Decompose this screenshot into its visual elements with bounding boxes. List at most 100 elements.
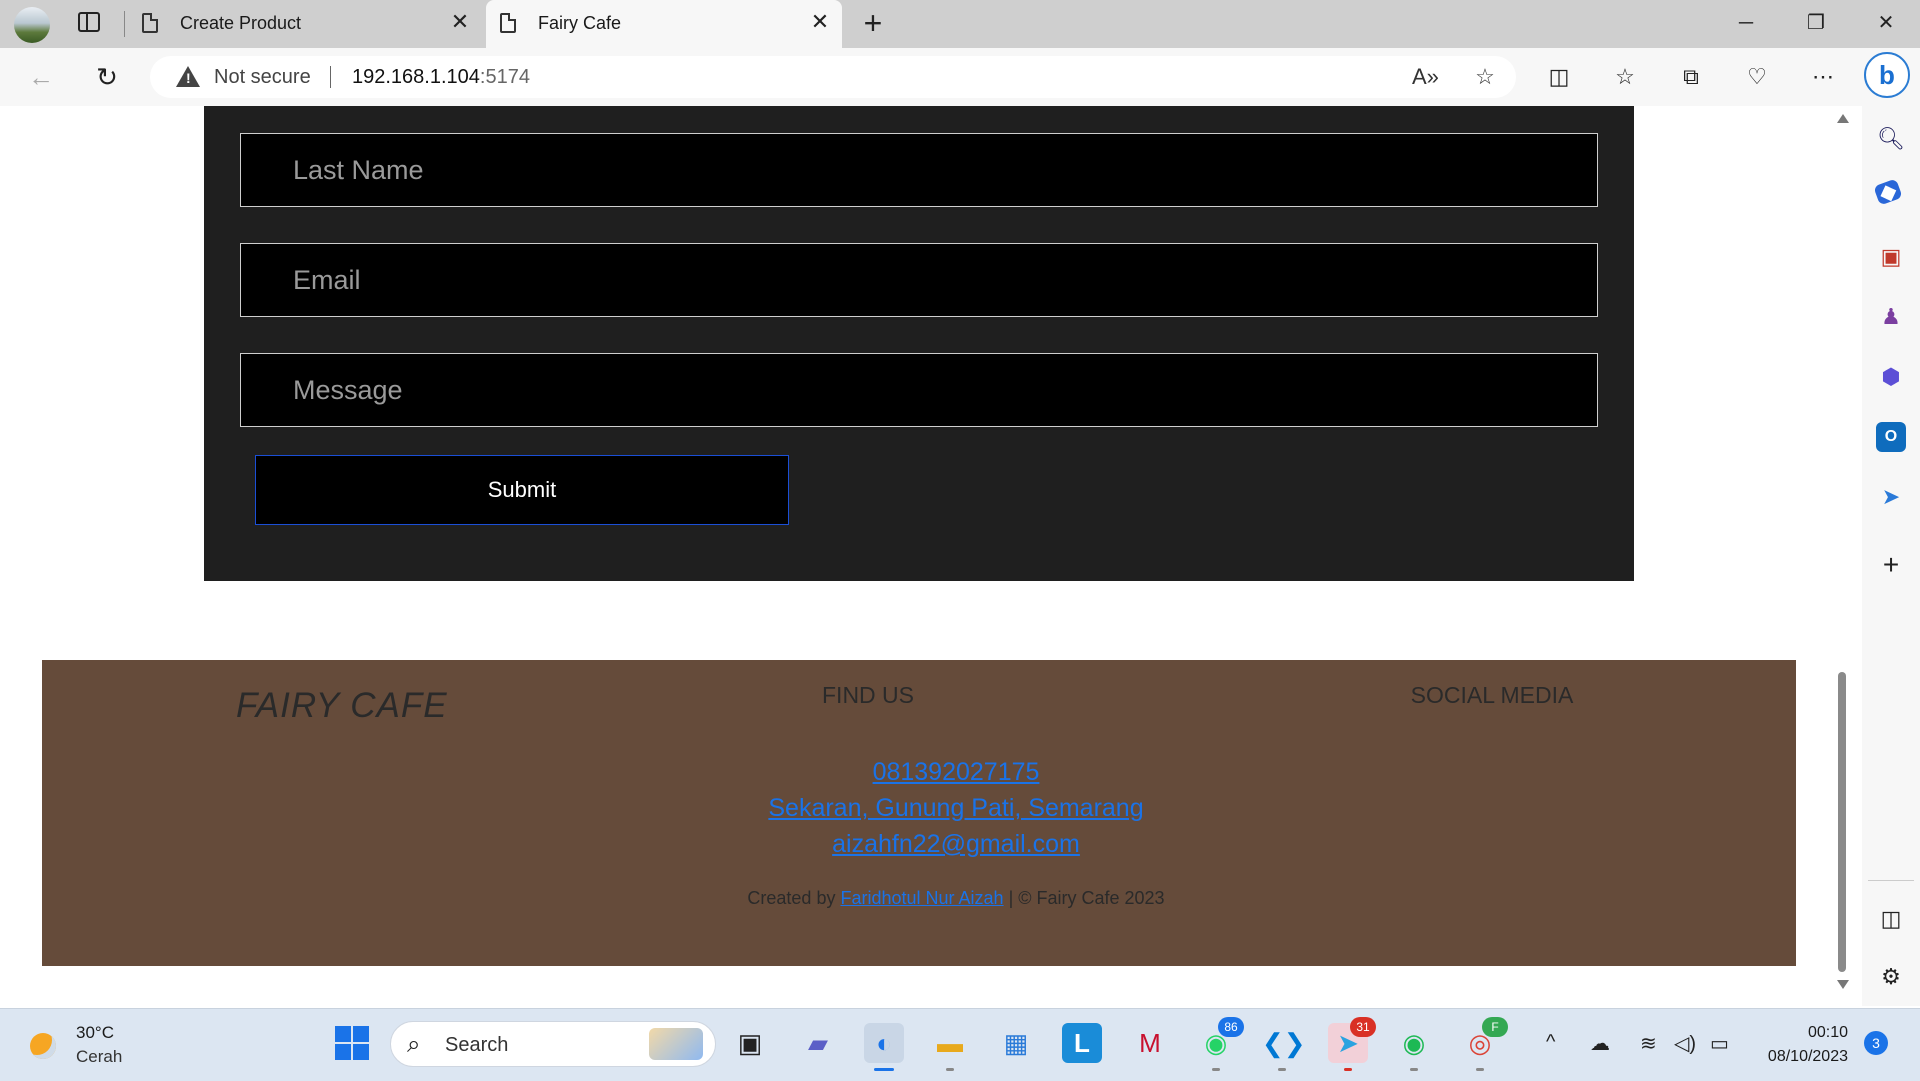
reload-button[interactable]: ↻ <box>90 60 124 94</box>
settings-gear-icon[interactable]: ⚙ <box>1876 962 1906 992</box>
credit-suffix: | © Fairy Cafe 2023 <box>1003 888 1165 908</box>
chevron-up-icon[interactable]: ^ <box>1546 1031 1555 1054</box>
back-button[interactable]: ← <box>24 60 58 94</box>
message-field[interactable] <box>240 353 1598 427</box>
onedrive-icon[interactable]: ☁ <box>1590 1031 1610 1056</box>
contact-links: 081392027175 Sekaran, Gunung Pati, Semar… <box>542 754 1370 862</box>
windows-taskbar: 30°C Cerah ⌕ Search ▣ ▰ ◐ ▬ ▦ L M ◉ 86 ❮❯… <box>0 1008 1920 1081</box>
author-link[interactable]: Faridhotul Nur Aizah <box>840 888 1003 908</box>
games-icon[interactable]: ♟ <box>1876 302 1906 332</box>
scroll-thumb[interactable] <box>1838 672 1846 972</box>
notification-badge[interactable]: 3 <box>1864 1031 1888 1055</box>
chrome-profile-badge: F <box>1482 1017 1508 1037</box>
split-screen-icon[interactable]: ◫ <box>1544 62 1574 92</box>
telegram-badge: 31 <box>1350 1017 1376 1037</box>
minimize-button[interactable]: ─ <box>1712 0 1780 46</box>
weather-widget[interactable]: 30°C Cerah <box>24 1023 174 1069</box>
favorite-star-icon[interactable]: ☆ <box>1472 64 1498 90</box>
close-tab-icon[interactable]: ✕ <box>448 10 472 34</box>
search-icon: ⌕ <box>407 1031 421 1058</box>
url-text[interactable]: 192.168.1.104:5174 <box>352 66 530 89</box>
page-viewport: Submit FAIRY CAFE FIND US SOCIAL MEDIA 0… <box>6 106 1832 1000</box>
taskbar-search[interactable]: ⌕ Search <box>390 1021 716 1067</box>
tab-separator <box>124 11 125 37</box>
edge-icon[interactable]: ◐ <box>864 1023 904 1071</box>
address-bar[interactable]: Not secure 192.168.1.104:5174 A» ☆ <box>150 56 1516 98</box>
vscode-icon[interactable]: ❮❯ <box>1262 1023 1306 1071</box>
search-icon[interactable]: 🔍︎ <box>1876 124 1906 154</box>
browser-toolbar: ← ↻ Not secure 192.168.1.104:5174 A» ☆ ◫… <box>0 48 1920 106</box>
last-name-input[interactable] <box>241 134 1597 206</box>
wifi-icon[interactable]: ≋ <box>1640 1031 1657 1056</box>
more-menu-icon[interactable]: ⋯ <box>1808 62 1838 92</box>
credit-prefix: Created by <box>747 888 841 908</box>
tools-icon[interactable]: ▣ <box>1876 242 1906 272</box>
teams-chat-icon[interactable]: ▰ <box>798 1023 838 1063</box>
tab-create-product[interactable]: Create Product ✕ <box>128 0 482 48</box>
email-input[interactable] <box>241 244 1597 316</box>
microsoft365-icon[interactable]: ⬢ <box>1876 362 1906 392</box>
new-tab-button[interactable]: + <box>856 6 890 40</box>
whatsapp-icon[interactable]: ◉ 86 <box>1196 1017 1244 1071</box>
copilot-icon[interactable]: b <box>1864 52 1910 98</box>
whatsapp-badge: 86 <box>1218 1017 1244 1037</box>
address-divider <box>330 66 331 88</box>
outlook-icon[interactable]: O <box>1876 422 1906 452</box>
volume-icon[interactable]: ◁) <box>1674 1031 1696 1056</box>
address-link[interactable]: Sekaran, Gunung Pati, Semarang <box>542 790 1370 826</box>
read-aloud-icon[interactable]: A» <box>1412 64 1439 90</box>
submit-button[interactable]: Submit <box>255 455 789 525</box>
tab-fairy-cafe[interactable]: Fairy Cafe ✕ <box>486 0 842 48</box>
battery-icon[interactable]: ▭ <box>1710 1031 1729 1056</box>
tab-actions-icon[interactable] <box>78 12 100 32</box>
weather-temp: 30°C <box>76 1023 114 1042</box>
start-icon[interactable] <box>332 1023 372 1063</box>
url-host: 192.168.1.104 <box>352 66 480 88</box>
file-explorer-icon[interactable]: ▬ <box>930 1023 970 1071</box>
add-sidebar-app-icon[interactable]: + <box>1876 550 1906 580</box>
spotify-icon[interactable]: ◉ <box>1394 1023 1434 1071</box>
chrome-icon[interactable]: ◎ F <box>1460 1017 1508 1071</box>
clock-time: 00:10 <box>1807 1024 1848 1041</box>
l-app-icon[interactable]: L <box>1062 1023 1102 1063</box>
mcafee-icon[interactable]: M <box>1130 1023 1170 1063</box>
drop-icon[interactable]: ➤ <box>1876 482 1906 512</box>
page-icon <box>500 13 516 33</box>
social-media-heading: SOCIAL MEDIA <box>1410 682 1574 708</box>
edge-sidebar: 🔍︎ ◆ ▣ ♟ ⬢ O ➤ + ◫ ⚙ <box>1862 106 1920 1006</box>
site-footer: FAIRY CAFE FIND US SOCIAL MEDIA 08139202… <box>42 660 1796 966</box>
warning-icon[interactable] <box>176 66 200 87</box>
scroll-down-arrow[interactable] <box>1837 980 1849 989</box>
last-name-field[interactable] <box>240 133 1598 207</box>
collections-icon[interactable]: ⧉ <box>1676 62 1706 92</box>
page-icon <box>142 13 158 33</box>
tab-title: Create Product <box>180 13 302 33</box>
weather-condition: Cerah <box>76 1047 123 1066</box>
restore-button[interactable]: ❐ <box>1782 0 1850 46</box>
close-tab-icon[interactable]: ✕ <box>808 10 832 34</box>
performance-icon[interactable]: ♡ <box>1742 62 1772 92</box>
scroll-up-arrow[interactable] <box>1837 114 1849 123</box>
contact-form: Submit <box>204 106 1634 581</box>
page-scrollbar[interactable] <box>1836 106 1850 1000</box>
find-us-heading: FIND US <box>822 682 914 708</box>
system-clock[interactable]: 00:10 08/10/2023 <box>1748 1021 1848 1069</box>
profile-avatar[interactable] <box>14 7 50 43</box>
email-link[interactable]: aizahfn22@gmail.com <box>542 826 1370 862</box>
message-input[interactable] <box>241 354 1597 426</box>
email-field[interactable] <box>240 243 1598 317</box>
shopping-tag-icon[interactable]: ◆ <box>1873 177 1903 206</box>
task-view-icon[interactable]: ▣ <box>730 1023 770 1063</box>
close-window-button[interactable]: ✕ <box>1852 0 1920 46</box>
search-label: Search <box>445 1034 509 1056</box>
sidebar-divider <box>1868 880 1914 881</box>
tab-strip: Create Product ✕ Fairy Cafe ✕ + ─ ❐ ✕ <box>0 0 1920 48</box>
store-icon[interactable]: ▦ <box>996 1023 1036 1063</box>
telegram-icon[interactable]: ➤ 31 <box>1328 1017 1376 1071</box>
phone-link[interactable]: 081392027175 <box>542 754 1370 790</box>
security-label[interactable]: Not secure <box>214 66 311 89</box>
favorites-icon[interactable]: ☆ <box>1610 62 1640 92</box>
tab-title: Fairy Cafe <box>538 13 622 33</box>
hide-sidebar-icon[interactable]: ◫ <box>1876 904 1906 934</box>
clock-date: 08/10/2023 <box>1767 1048 1848 1065</box>
